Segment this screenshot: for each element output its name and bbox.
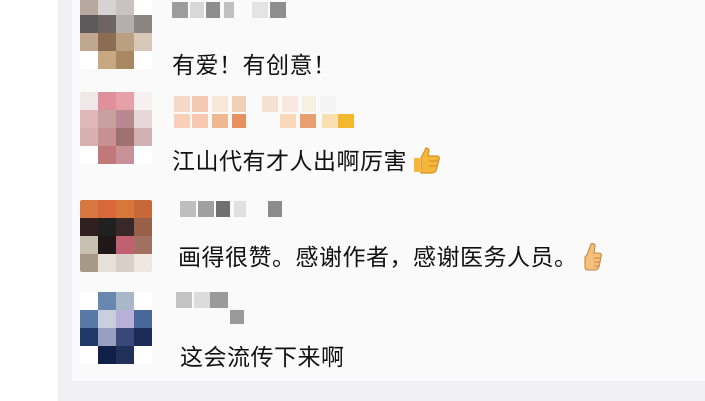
avatar-pixel xyxy=(134,110,152,128)
avatar-pixel xyxy=(98,236,116,254)
avatar-pixel xyxy=(134,33,152,51)
avatar-pixel xyxy=(134,200,152,218)
avatar-pixel xyxy=(80,328,98,346)
avatar-pixel xyxy=(98,33,116,51)
avatar-pixel xyxy=(80,310,98,328)
avatar-pixel xyxy=(116,292,134,310)
avatar-pixel xyxy=(98,51,116,69)
avatar-pixel xyxy=(134,128,152,146)
avatar-pixel xyxy=(116,254,134,272)
avatar-pixel xyxy=(134,0,152,15)
avatar-pixel xyxy=(134,218,152,236)
avatar-pixel xyxy=(80,292,98,310)
comment-item: 江山代有才人出啊厉害 xyxy=(72,92,705,192)
avatar-pixel xyxy=(116,110,134,128)
avatar-pixel xyxy=(98,0,116,15)
avatar-pixel xyxy=(80,346,98,364)
avatar-pixel xyxy=(116,328,134,346)
avatar-pixel xyxy=(98,110,116,128)
thumbs-up-icon xyxy=(411,146,441,180)
avatar-pixel xyxy=(116,128,134,146)
avatar-pixel xyxy=(98,128,116,146)
avatar-pixel xyxy=(134,292,152,310)
avatar-pixel xyxy=(80,236,98,254)
avatar-pixel xyxy=(80,92,98,110)
avatar-pixel xyxy=(80,200,98,218)
avatar-pixel xyxy=(80,218,98,236)
avatar-pixel xyxy=(80,146,98,164)
avatar-pixel xyxy=(98,254,116,272)
avatar-pixel xyxy=(134,254,152,272)
comment-item: 画得很赞。感谢作者，感谢医务人员。 xyxy=(72,194,705,294)
comment-item: 有爱！有创意！ xyxy=(72,0,705,100)
avatar-pixel xyxy=(80,51,98,69)
avatar[interactable] xyxy=(80,92,152,164)
comment-text: 这会流传下来啊 xyxy=(180,345,345,371)
comment-text: 有爱！有创意！ xyxy=(172,53,337,79)
comment-item: 这会流传下来啊 xyxy=(72,286,705,386)
avatar-pixel xyxy=(98,328,116,346)
avatar-pixel xyxy=(116,0,134,15)
avatar-pixel xyxy=(134,92,152,110)
avatar-pixel xyxy=(116,146,134,164)
avatar-pixel xyxy=(98,15,116,33)
avatar-pixel xyxy=(116,92,134,110)
avatar-pixel xyxy=(98,292,116,310)
avatar-pixel xyxy=(134,328,152,346)
avatar[interactable] xyxy=(80,0,152,69)
avatar-pixel xyxy=(116,51,134,69)
comment-text: 画得很赞。感谢作者，感谢医务人员。 xyxy=(178,238,604,277)
avatar-pixel xyxy=(116,218,134,236)
comment-text-content: 画得很赞。感谢作者，感谢医务人员。 xyxy=(178,245,578,271)
comments-panel: 有爱！有创意！ 江山代有才人出啊厉害 画得很赞。感谢作者，感谢医务人员。 这会流… xyxy=(72,0,705,381)
avatar-pixel xyxy=(80,128,98,146)
avatar-pixel xyxy=(134,146,152,164)
thumbs-up-icon xyxy=(582,241,604,277)
avatar-pixel xyxy=(134,15,152,33)
avatar-pixel xyxy=(80,110,98,128)
avatar-pixel xyxy=(98,146,116,164)
avatar-pixel xyxy=(98,310,116,328)
avatar-pixel xyxy=(116,236,134,254)
avatar-pixel xyxy=(98,200,116,218)
avatar[interactable] xyxy=(80,200,152,272)
comment-text-content: 江山代有才人出啊厉害 xyxy=(172,149,407,175)
avatar-pixel xyxy=(116,346,134,364)
avatar-pixel xyxy=(80,15,98,33)
avatar-pixel xyxy=(80,254,98,272)
avatar-pixel xyxy=(116,15,134,33)
avatar-pixel xyxy=(80,0,98,15)
avatar-pixel xyxy=(116,33,134,51)
avatar-pixel xyxy=(80,33,98,51)
avatar-pixel xyxy=(116,310,134,328)
avatar-pixel xyxy=(134,310,152,328)
avatar-pixel xyxy=(134,51,152,69)
avatar-pixel xyxy=(98,218,116,236)
comment-text: 江山代有才人出啊厉害 xyxy=(172,142,441,180)
avatar[interactable] xyxy=(80,292,152,364)
avatar-pixel xyxy=(134,346,152,364)
avatar-pixel xyxy=(134,236,152,254)
avatar-pixel xyxy=(98,346,116,364)
avatar-pixel xyxy=(98,92,116,110)
avatar-pixel xyxy=(116,200,134,218)
